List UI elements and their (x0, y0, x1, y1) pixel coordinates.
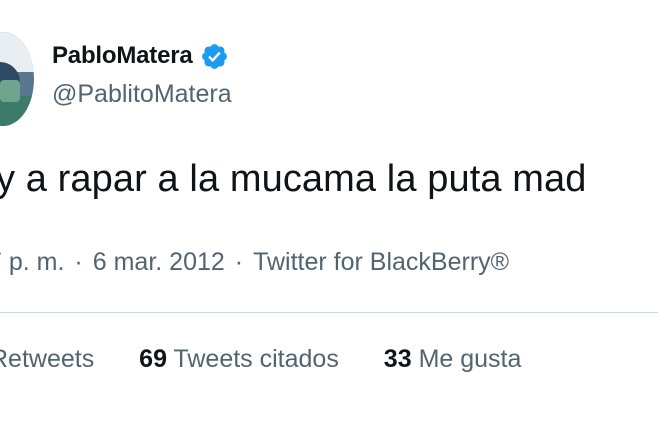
retweets-label: Retweets (0, 345, 95, 373)
tweet-meta: 7 p. m. · 6 mar. 2012 · Twitter for BlackBer… (0, 248, 509, 277)
likes-count: 33 (383, 345, 412, 373)
tweet-card: PabloMatera @PablitoMatera y a rapar a l… (0, 0, 658, 425)
quote-tweets-stat[interactable]: 69 Tweets citados (139, 345, 339, 374)
likes-label: Me gusta (418, 345, 522, 373)
tweet-source: Twitter for BlackBerry® (253, 248, 510, 276)
verified-badge-icon (201, 43, 227, 69)
engagement-stats: Retweets 69 Tweets citados 33 Me gusta (0, 345, 559, 374)
display-name[interactable]: PabloMatera (52, 42, 193, 70)
user-name-row[interactable]: PabloMatera (52, 40, 229, 72)
quote-tweets-count: 69 (139, 345, 167, 373)
meta-separator: · (74, 248, 83, 276)
tweet-text: y a rapar a la mucama la puta mad (0, 158, 587, 200)
quote-tweets-label: Tweets citados (173, 345, 339, 373)
likes-stat[interactable]: 33 Me gusta (384, 345, 522, 374)
tweet-time[interactable]: 7 p. m. (0, 248, 64, 276)
meta-separator: · (234, 248, 244, 276)
retweets-stat[interactable]: Retweets (0, 345, 94, 374)
divider (0, 312, 658, 313)
avatar[interactable] (0, 32, 34, 126)
user-handle[interactable]: @PablitoMatera (52, 80, 232, 109)
tweet-date[interactable]: 6 mar. 2012 (93, 248, 225, 276)
